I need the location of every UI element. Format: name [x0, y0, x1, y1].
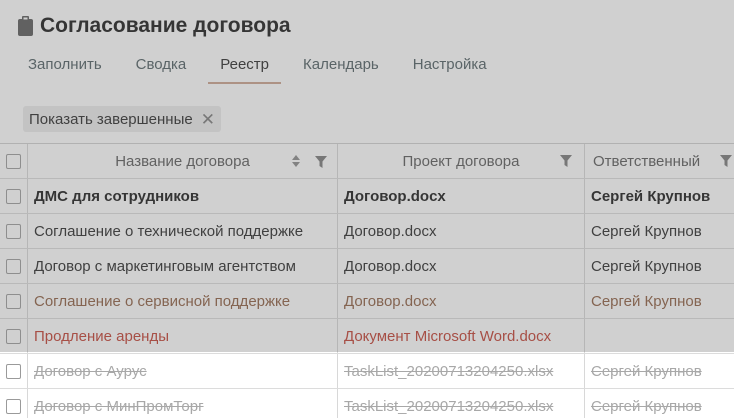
row-checkbox[interactable]	[6, 363, 21, 379]
filter-bar: Показать завершенные ✕	[0, 84, 734, 140]
tab-fill[interactable]: Заполнить	[16, 48, 114, 84]
contract-name-cell[interactable]: Соглашение о технической поддержке	[28, 214, 338, 248]
contracts-table: Название договора Проект договора Ответс…	[0, 143, 734, 418]
contract-project-cell[interactable]: TaskList_20200713204250.xlsx	[338, 389, 585, 418]
row-checkbox[interactable]	[6, 398, 21, 414]
row-checkbox-cell	[0, 214, 28, 248]
row-checkbox-cell	[0, 284, 28, 318]
show-completed-filter-chip[interactable]: Показать завершенные ✕	[23, 106, 221, 132]
contract-project-cell[interactable]: Договор.docx	[338, 214, 585, 248]
column-header-owner-label: Ответственный	[593, 152, 701, 170]
row-checkbox[interactable]	[6, 328, 21, 344]
contract-owner-cell[interactable]: Сергей Крупнов	[585, 389, 734, 418]
column-header-project[interactable]: Проект договора	[338, 144, 585, 178]
row-checkbox[interactable]	[6, 188, 21, 204]
column-header-name[interactable]: Название договора	[28, 144, 338, 178]
row-checkbox[interactable]	[6, 223, 21, 239]
contract-owner-cell[interactable]: Сергей Крупнов	[585, 354, 734, 388]
filter-icon[interactable]	[560, 154, 572, 167]
row-checkbox-cell	[0, 389, 28, 418]
table-row[interactable]: ДМС для сотрудников Договор.docx Сергей …	[0, 179, 734, 214]
tab-registry[interactable]: Реестр	[208, 48, 281, 84]
header: Согласование договора Заполнить Сводка Р…	[0, 0, 734, 84]
contract-name-cell[interactable]: Договор с МинПромТорг	[28, 389, 338, 418]
contract-project-cell[interactable]: Договор.docx	[338, 284, 585, 318]
row-checkbox-cell	[0, 319, 28, 353]
filter-icon[interactable]	[720, 154, 732, 167]
contract-name-cell[interactable]: ДМС для сотрудников	[28, 179, 338, 213]
contract-owner-cell[interactable]: Сергей Крупнов	[585, 249, 734, 283]
contract-project-cell[interactable]: TaskList_20200713204250.xlsx	[338, 354, 585, 388]
contract-project-cell[interactable]: Договор.docx	[338, 249, 585, 283]
table-row[interactable]: Договор с Аурус TaskList_20200713204250.…	[0, 354, 734, 389]
filter-chip-label: Показать завершенные	[29, 110, 193, 128]
select-all-checkbox[interactable]	[6, 153, 21, 169]
row-checkbox[interactable]	[6, 258, 21, 274]
tab-calendar[interactable]: Календарь	[291, 48, 391, 84]
close-icon[interactable]: ✕	[201, 111, 215, 128]
contract-project-cell[interactable]: Документ Microsoft Word.docx	[338, 319, 585, 353]
table-header-row: Название договора Проект договора Ответс…	[0, 144, 734, 179]
header-icons	[560, 154, 572, 167]
table-row[interactable]: Соглашение о технической поддержке Догов…	[0, 214, 734, 249]
sort-icon[interactable]	[291, 154, 301, 168]
tab-summary[interactable]: Сводка	[124, 48, 199, 84]
table-row[interactable]: Договор с маркетинговым агентством Догов…	[0, 249, 734, 284]
contract-name-cell[interactable]: Договор с Аурус	[28, 354, 338, 388]
contract-owner-cell[interactable]: Сергей Крупнов	[585, 179, 734, 213]
row-checkbox-cell	[0, 354, 28, 388]
column-header-name-label: Название договора	[115, 152, 250, 170]
column-header-project-label: Проект договора	[402, 152, 520, 170]
column-header-owner[interactable]: Ответственный	[585, 144, 734, 178]
contract-owner-cell[interactable]: Сергей Крупнов	[585, 284, 734, 318]
title-row: Согласование договора	[17, 12, 291, 40]
page-title: Согласование договора	[40, 14, 291, 37]
row-checkbox[interactable]	[6, 293, 21, 309]
contract-name-cell[interactable]: Договор с маркетинговым агентством	[28, 249, 338, 283]
tab-settings[interactable]: Настройка	[401, 48, 499, 84]
header-checkbox-cell	[0, 144, 28, 178]
header-icons	[720, 154, 732, 167]
contract-name-cell[interactable]: Соглашение о сервисной поддержке	[28, 284, 338, 318]
contract-owner-cell[interactable]: Сергей Крупнов	[585, 214, 734, 248]
filter-icon[interactable]	[315, 155, 327, 168]
tab-bar: Заполнить Сводка Реестр Календарь Настро…	[0, 48, 499, 84]
header-icons	[291, 154, 327, 168]
row-checkbox-cell	[0, 249, 28, 283]
table-row[interactable]: Продление аренды Документ Microsoft Word…	[0, 319, 734, 354]
table-row[interactable]: Договор с МинПромТорг TaskList_202007132…	[0, 389, 734, 418]
contract-project-cell[interactable]: Договор.docx	[338, 179, 585, 213]
contract-name-cell[interactable]: Продление аренды	[28, 319, 338, 353]
contract-owner-cell[interactable]	[585, 319, 734, 353]
clipboard-icon	[17, 15, 34, 37]
row-checkbox-cell	[0, 179, 28, 213]
table-row[interactable]: Соглашение о сервисной поддержке Договор…	[0, 284, 734, 319]
